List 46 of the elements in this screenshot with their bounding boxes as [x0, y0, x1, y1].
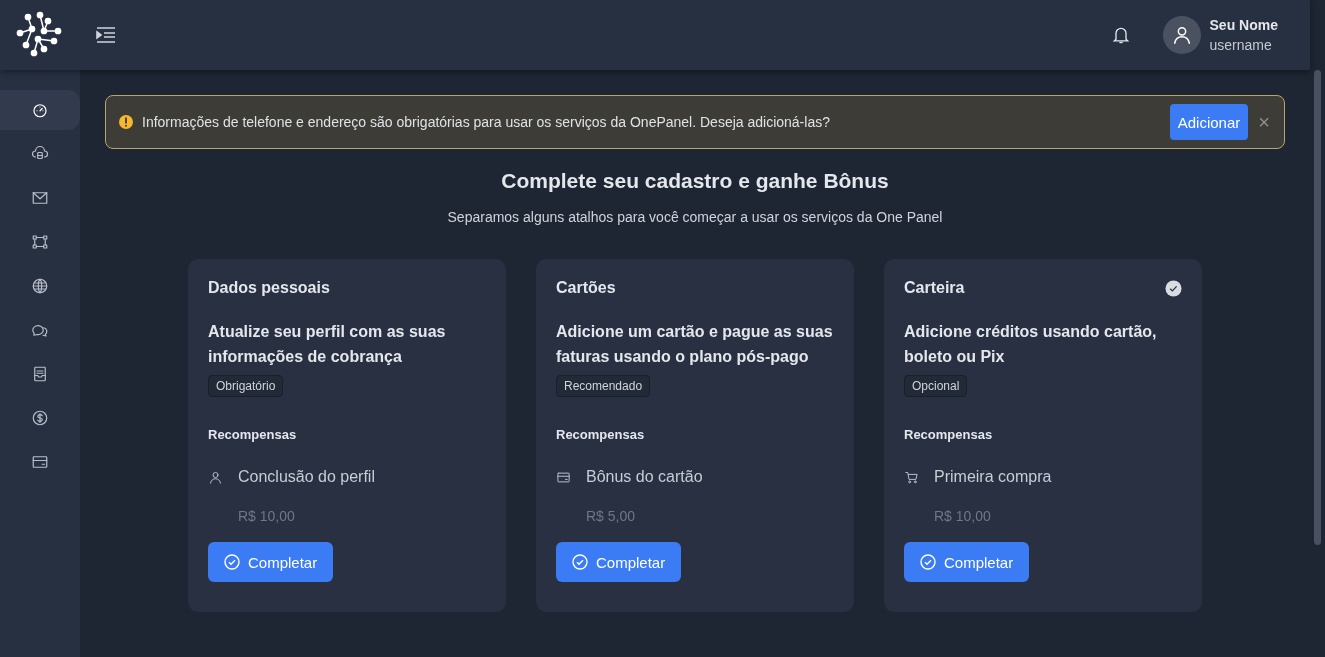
reward-amount: R$ 10,00: [238, 508, 295, 524]
reward-name: Primeira compra: [934, 468, 1052, 486]
scrollbar-thumb[interactable]: [1314, 70, 1321, 545]
credit-card-icon: [31, 453, 49, 471]
tag: Opcional: [904, 375, 968, 397]
page-title: Complete seu cadastro e ganhe Bônus: [501, 169, 889, 193]
username: username: [1209, 37, 1273, 53]
check-circle-icon: [224, 554, 240, 570]
user-icon: [208, 469, 223, 485]
cart-icon: [904, 469, 919, 485]
close-button[interactable]: ×: [1256, 110, 1272, 134]
card-title: Carteira: [904, 279, 965, 297]
credit-card-icon: [556, 469, 571, 485]
tag: Recomendado: [556, 375, 651, 397]
alert-message: Informações de telefone e endereço são obrigatórias para usar os serviços da OnePanel. Deseja adicioná-las?: [142, 114, 831, 130]
menu-icon[interactable]: [96, 26, 116, 44]
rewards-label: Recompensas: [904, 427, 993, 442]
reward-name: Conclusão do perfil: [238, 468, 375, 486]
reward-amount: R$ 10,00: [934, 508, 991, 524]
receipt-icon: [31, 365, 49, 383]
mail-icon: [31, 189, 49, 207]
globe-icon: [31, 277, 49, 295]
rewards-label: Recompensas: [556, 427, 645, 442]
card-description: Adicione créditos usando cartão, boleto ou Pix: [904, 322, 1158, 367]
page-subtitle: Separamos alguns atalhos para você começar a usar os serviços da One Panel: [447, 209, 943, 225]
user-name: Seu Nome: [1209, 17, 1278, 33]
add-button[interactable]: Adicionar: [1169, 104, 1249, 140]
complete-button[interactable]: Completar: [904, 542, 1030, 582]
reward-amount: R$ 5,00: [586, 508, 636, 524]
sidebar-item[interactable]: [0, 90, 80, 130]
frame-icon: [31, 233, 49, 251]
reward-name: Bônus do cartão: [586, 468, 703, 486]
rewards-label: Recompensas: [208, 427, 297, 442]
card-title: Cartões: [556, 279, 616, 297]
avatar[interactable]: [1162, 16, 1201, 54]
card-title: Dados pessoais: [208, 279, 330, 297]
check-circle-icon: [920, 554, 936, 570]
check-circle-icon: [572, 554, 588, 570]
card-description: Atualize seu perfil com as suas informações de cobrança: [208, 322, 447, 367]
warning-icon: [118, 114, 134, 130]
gauge-icon: [31, 101, 49, 119]
complete-button[interactable]: Completar: [208, 542, 334, 582]
card-description: Adicione um cartão e pague as suas faturas usando o plano pós-pago: [556, 322, 834, 367]
dollar-icon: [31, 409, 49, 427]
tag: Obrigatório: [208, 375, 284, 397]
complete-button[interactable]: Completar: [556, 542, 682, 582]
